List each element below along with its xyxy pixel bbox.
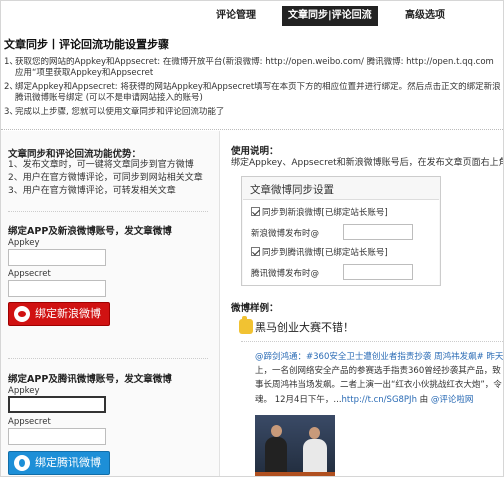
- tab-article-sync[interactable]: 文章同步|评论回流: [282, 6, 378, 26]
- sync-sina-checkbox[interactable]: 同步到新浪微博[已绑定站长账号]: [251, 206, 388, 218]
- sina-time-input[interactable]: [343, 224, 413, 240]
- tweet-line: 事长周鸿祎当场发飙。二者上演一出“红衣小伙挑战红衣大炮”，令: [255, 380, 502, 390]
- tweet-line: @蹄剑鸿通：#360安全卫士遭创业者指责抄袭 周鸿祎发飙# 昨天: [255, 350, 503, 362]
- step-number: 3、: [4, 107, 18, 117]
- sina-appsecret-input[interactable]: [8, 280, 106, 297]
- tweet-line: 魂。 12月4日下午，...http://t.cn/SG8PJh 由 @评论啦网: [255, 393, 473, 405]
- steps-list: 1、 获取您的网站的Appkey和Appsecret: 在微博开放平台(新浪微博…: [4, 57, 504, 121]
- photo-stage: [255, 472, 335, 476]
- tweet-by: 由: [416, 395, 431, 405]
- thumbs-up-icon: [239, 316, 253, 334]
- qq-appsecret-input[interactable]: [8, 428, 106, 445]
- tweet-short-link[interactable]: http://t.cn/SG8PJh: [342, 395, 417, 405]
- sina-appkey-input[interactable]: [8, 249, 106, 266]
- qq-section-title: 绑定APP及腾讯微博账号，发文章微博: [8, 374, 172, 385]
- tweet-text: 魂。 12月4日下午，...: [255, 395, 342, 405]
- tweet-photo[interactable]: [255, 415, 335, 476]
- sync-qq-label: 同步到腾讯微博[已绑定站长账号]: [262, 248, 388, 258]
- step-text-continued: 腾讯微博账号绑定 (可以不是申请网站接入的账号): [15, 93, 203, 103]
- tweet-user-link[interactable]: @蹄剑鸿通：: [255, 352, 306, 362]
- step-text: 完成以上步骤, 您就可以使用文章同步和评论回流功能了: [15, 107, 225, 117]
- qq-time-label: 腾讯微博发布时@: [251, 269, 320, 279]
- column-divider: [219, 131, 220, 476]
- sina-section-title: 绑定APP及新浪微博账号，发文章微博: [8, 226, 172, 237]
- qq-appsecret-label: Appsecret: [8, 417, 51, 427]
- step-number: 2、: [4, 82, 18, 92]
- divider: [8, 358, 208, 359]
- qq-time-input[interactable]: [343, 264, 413, 280]
- top-tabs: 评论管理 文章同步|评论回流 高级选项: [1, 4, 503, 28]
- tencent-weibo-logo-icon: [14, 455, 30, 471]
- tab-comment-management[interactable]: 评论管理: [210, 6, 262, 26]
- sync-sina-label: 同步到新浪微博[已绑定站长账号]: [262, 208, 388, 218]
- left-panel: 文章同步和评论回流功能优势： 1、发布文章时，可一键将文章同步到官方微博 2、用…: [1, 131, 219, 476]
- step-text: 获取您的网站的Appkey和Appsecret: 在微博开放平台(新浪微博: h…: [15, 57, 494, 67]
- sync-qq-checkbox[interactable]: 同步到腾讯微博[已绑定站长账号]: [251, 246, 388, 258]
- sina-appkey-label: Appkey: [8, 238, 40, 248]
- example-headline: 黑马创业大赛不错！: [239, 316, 354, 335]
- sync-settings-body: 同步到新浪微博[已绑定站长账号] 新浪微博发布时@ 同步到腾讯微博[已绑定站长账…: [243, 199, 439, 285]
- page-title: 文章同步丨评论回流功能设置步骤: [4, 38, 169, 51]
- checkbox-checked-icon: [251, 207, 260, 216]
- tab-advanced-options[interactable]: 高级选项: [399, 6, 451, 26]
- sina-weibo-logo-icon: [14, 306, 30, 322]
- example-headline-text: 黑马创业大赛不错！: [255, 321, 354, 334]
- sync-settings-heading: 文章微博同步设置: [250, 184, 334, 196]
- advantage-item: 1、发布文章时，可一键将文章同步到官方微博: [8, 160, 194, 170]
- step-item: 1、 获取您的网站的Appkey和Appsecret: 在微博开放平台(新浪微博…: [4, 57, 503, 79]
- step-item: 3、 完成以上步骤, 您就可以使用文章同步和评论回流功能了: [4, 107, 503, 118]
- example-tweet: @蹄剑鸿通：#360安全卫士遭创业者指责抄袭 周鸿祎发飙# 昨天 上，一名创网络…: [241, 341, 503, 476]
- photo-person: [265, 425, 287, 476]
- right-panel: 使用说明： 绑定Appkey、Appsecret和新浪微博账号后，在发布文章页面…: [225, 131, 504, 476]
- bind-sina-weibo-button[interactable]: 绑定新浪微博: [8, 302, 110, 326]
- page-frame: 评论管理 文章同步|评论回流 高级选项 文章同步丨评论回流功能设置步骤 1、 获…: [0, 0, 504, 477]
- advantages-title: 文章同步和评论回流功能优势：: [8, 149, 142, 160]
- sina-time-label: 新浪微博发布时@: [251, 229, 320, 239]
- tweet-line: 上，一名创网络安全产品的参赛选手指责360曾经抄袭其产品，致: [255, 366, 501, 376]
- section-divider: [1, 129, 503, 130]
- step-item: 2、 绑定Appkey和Appsecret: 将获得的网站Appkey和Apps…: [4, 82, 504, 104]
- sina-appsecret-label: Appsecret: [8, 269, 51, 279]
- qq-appkey-label: Appkey: [8, 386, 40, 396]
- usage-description: 绑定Appkey、Appsecret和新浪微博账号后，在发布文章页面右上角会出: [231, 158, 504, 168]
- divider: [8, 211, 208, 212]
- step-number: 1、: [4, 57, 18, 67]
- bind-tencent-weibo-button[interactable]: 绑定腾讯微博: [8, 451, 110, 475]
- step-text: 绑定Appkey和Appsecret: 将获得的网站Appkey和Appsecr…: [15, 82, 504, 92]
- qq-appkey-input[interactable]: [8, 396, 106, 413]
- advantage-item: 3、用户在官方微博评论，可转发相关文章: [8, 186, 176, 196]
- step-text-continued: 应用“项里获取Appkey和Appsecret: [15, 68, 154, 78]
- tweet-source-link[interactable]: @评论啦网: [431, 395, 474, 405]
- bind-tencent-weibo-label: 绑定腾讯微博: [35, 456, 101, 469]
- bind-sina-weibo-label: 绑定新浪微博: [35, 307, 101, 320]
- advantages-list: 1、发布文章时，可一键将文章同步到官方微博 2、用户在官方微博评论，可同步到网站…: [8, 159, 203, 198]
- advantage-item: 2、用户在官方微博评论，可同步到网站相关文章: [8, 173, 203, 183]
- example-title: 微博样例：: [231, 303, 279, 314]
- sync-settings-box: 文章微博同步设置 同步到新浪微博[已绑定站长账号] 新浪微博发布时@ 同步到腾讯…: [241, 176, 441, 286]
- checkbox-checked-icon: [251, 247, 260, 256]
- tweet-topic-link[interactable]: #360安全卫士遭创业者指责抄袭 周鸿祎发飙# 昨天: [306, 352, 503, 362]
